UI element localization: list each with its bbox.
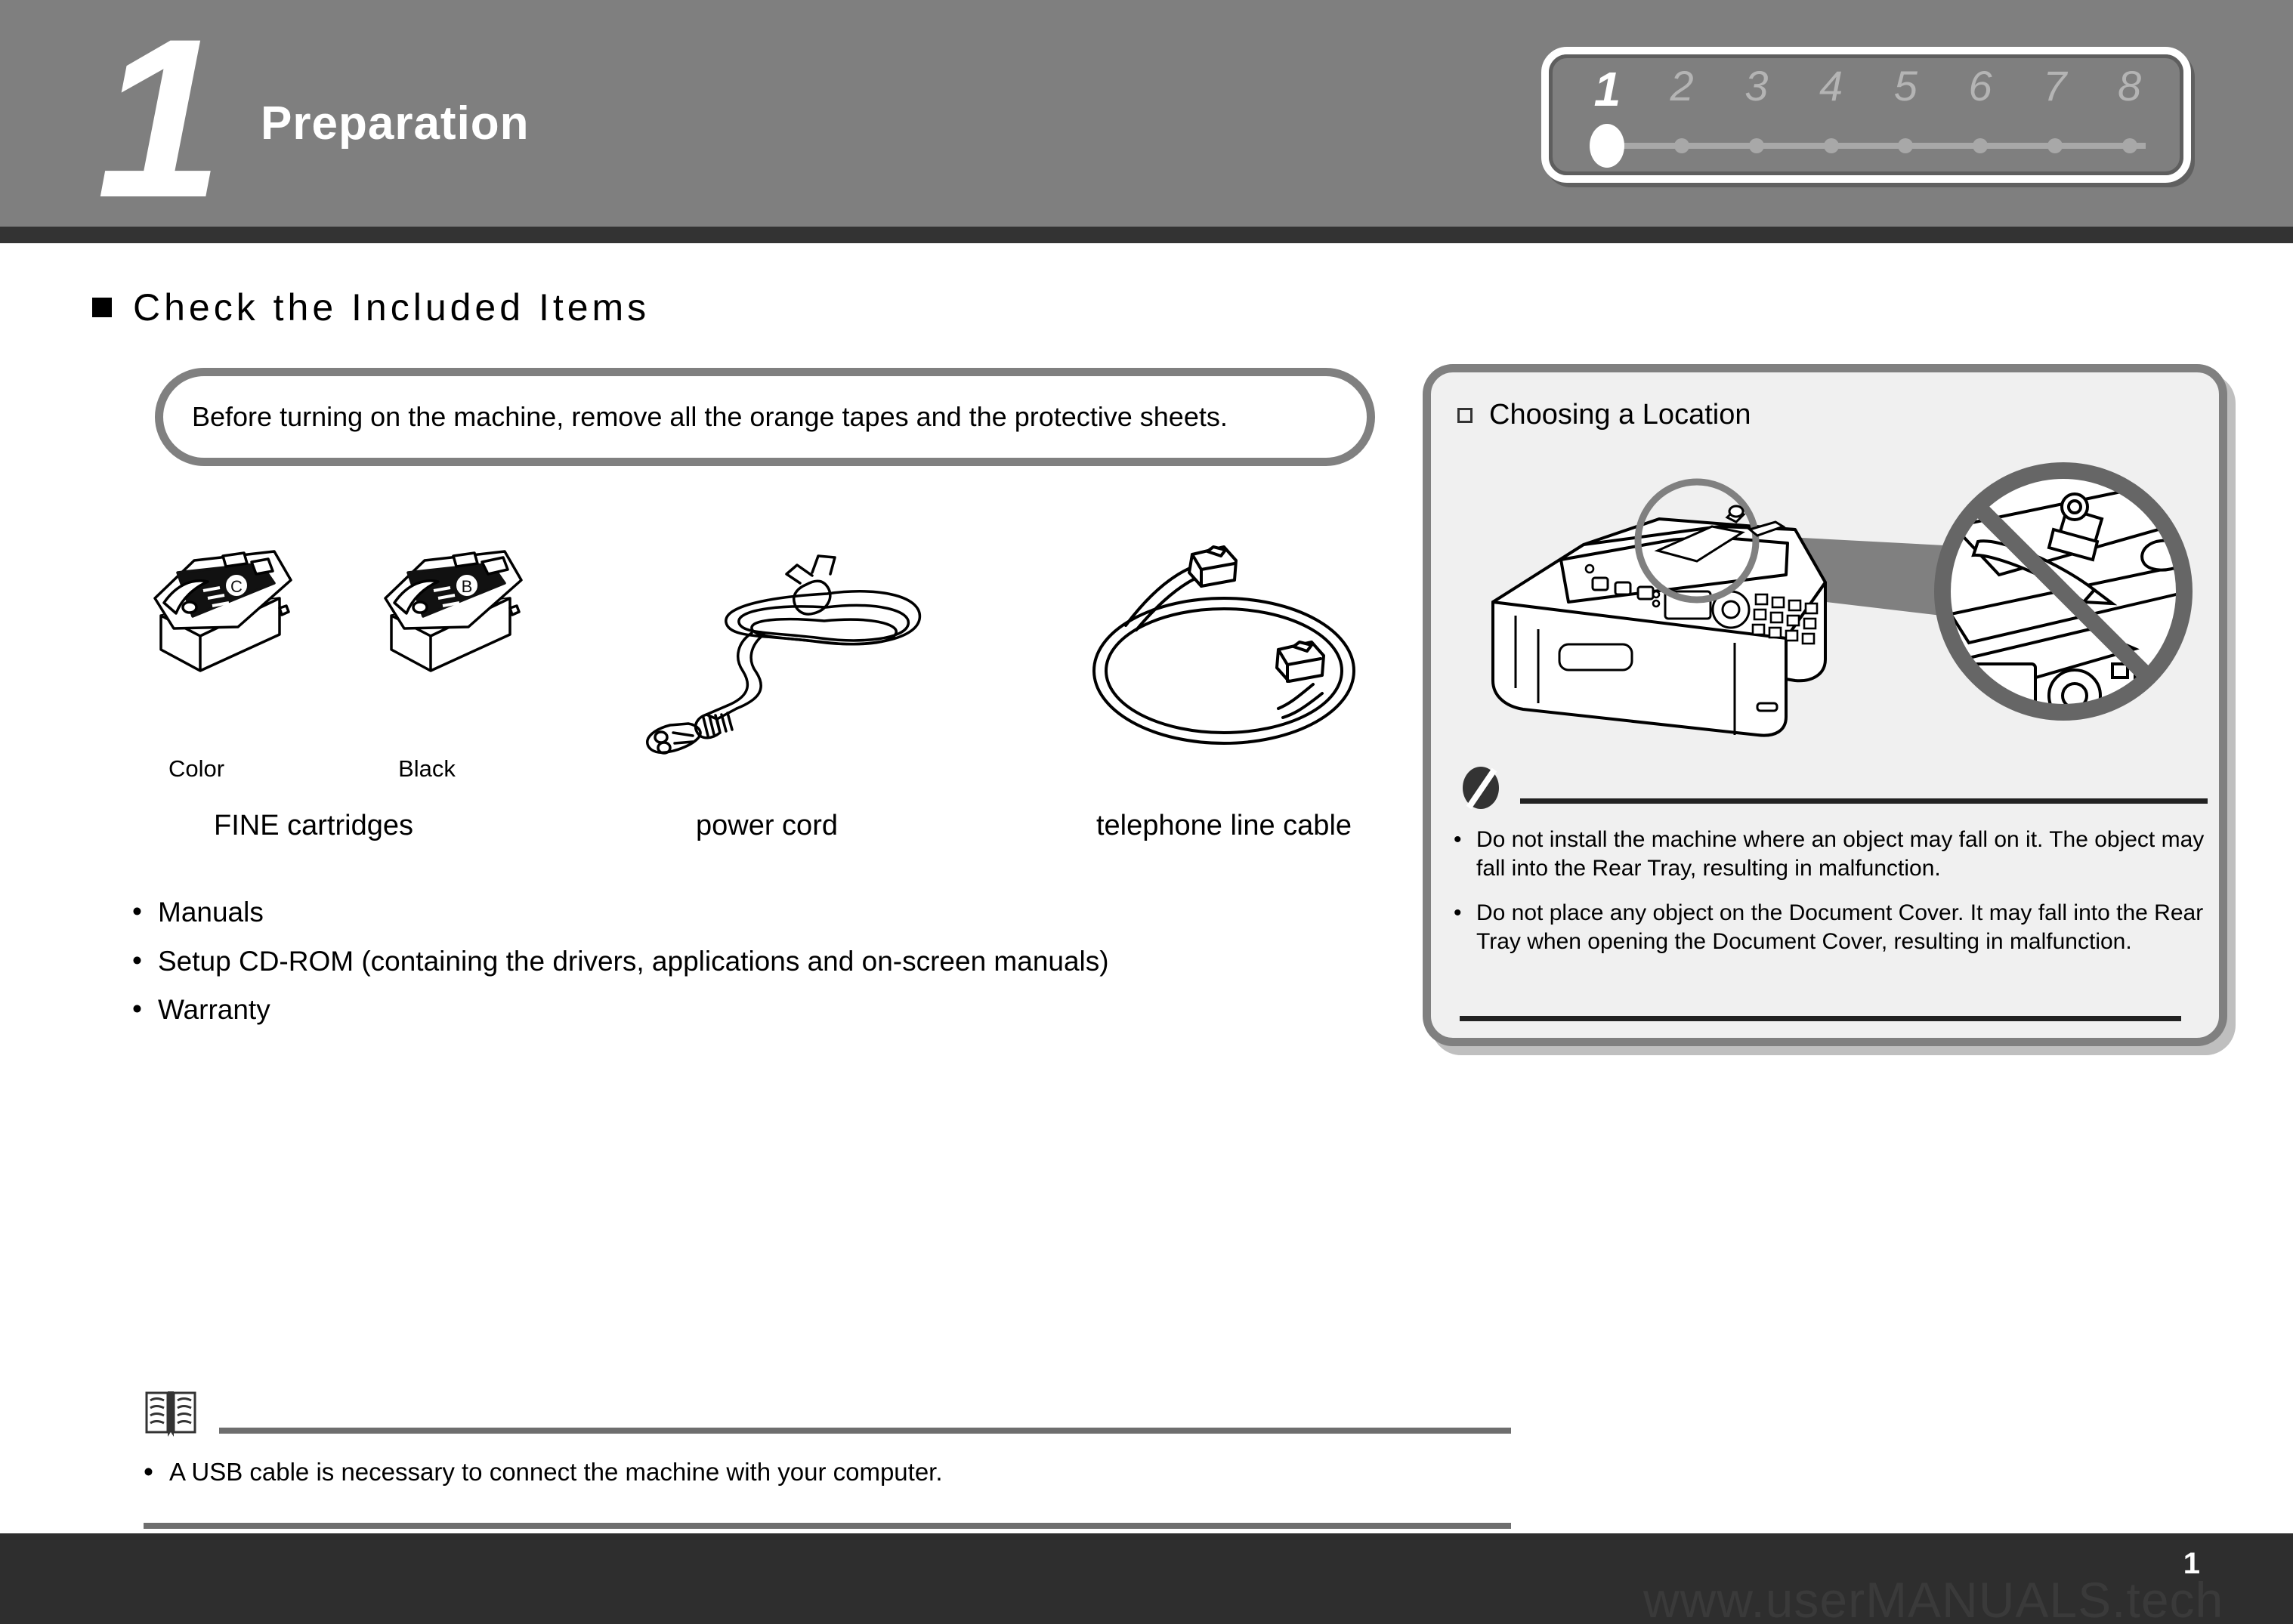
step-number-3[interactable]: 3 — [1720, 65, 1794, 107]
warning-text: Do not install the machine where an obje… — [1476, 827, 2205, 881]
hollow-square-bullet-icon — [1457, 407, 1473, 423]
cartridge-black-caption: Black — [398, 755, 456, 782]
notice-callout: Before turning on the machine, remove al… — [155, 368, 1375, 466]
step-dot-wrap-6 — [1943, 138, 2018, 153]
step-number-8[interactable]: 8 — [2092, 65, 2167, 107]
step-dot-wrap-8 — [2092, 138, 2167, 153]
step-dot-8[interactable] — [2121, 138, 2137, 153]
included-items-illustrations: C B Color Black FINE cartridges power co… — [0, 529, 1405, 876]
footnote-top-rule — [219, 1428, 1511, 1434]
notice-text: Before turning on the machine, remove al… — [192, 401, 1228, 432]
printer-location-illustration — [1491, 462, 2193, 737]
cartridge-color-badge: C — [230, 577, 243, 596]
bullet-dot-icon: • — [132, 993, 142, 1025]
bullet-dot-icon: • — [144, 1456, 153, 1487]
list-item: • Warranty — [132, 995, 1341, 1026]
warning-bottom-rule — [1460, 1016, 2181, 1021]
section-title-text: Check the Included Items — [133, 286, 651, 329]
warning-item: • Do not place any object on the Documen… — [1454, 899, 2209, 957]
footnote-header — [144, 1388, 1511, 1447]
telephone-line-cable-label: telephone line cable — [1096, 810, 1352, 841]
page-header: 1 Preparation 1 2 3 4 5 6 7 8 — [0, 0, 2293, 231]
page-root: 1 Preparation 1 2 3 4 5 6 7 8 Check the … — [0, 0, 2293, 1624]
section-heading: Check the Included Items — [92, 286, 650, 329]
warning-text: Do not place any object on the Document … — [1476, 900, 2204, 955]
fine-cartridge-color-illustration: C — [153, 550, 292, 672]
step-number-5[interactable]: 5 — [1868, 65, 1943, 107]
cartridge-black-badge: B — [462, 577, 473, 596]
location-panel-title: Choosing a Location — [1489, 399, 1751, 431]
watermark-text: www.userMANUALS.tech — [1643, 1572, 2224, 1624]
step-number-2[interactable]: 2 — [1645, 65, 1720, 107]
fine-cartridges-label: FINE cartridges — [214, 810, 413, 841]
prohibition-icon — [1463, 767, 1499, 810]
step-dot-6[interactable] — [1973, 138, 1989, 153]
bullet-dot-icon: • — [132, 896, 142, 927]
footnote-item: • A USB cable is necessary to connect th… — [144, 1458, 943, 1487]
warning-item: • Do not install the machine where an ob… — [1454, 826, 2209, 884]
telephone-line-cable-illustration — [1092, 545, 1355, 745]
step-number-4[interactable]: 4 — [1794, 65, 1868, 107]
warning-header — [1460, 765, 2208, 810]
bullet-dot-icon: • — [1454, 827, 1462, 852]
step-dot-wrap-2 — [1645, 138, 1720, 153]
step-dot-1[interactable] — [1590, 124, 1625, 168]
step-number-7[interactable]: 7 — [2018, 65, 2093, 107]
list-item-text: Setup CD-ROM (containing the drivers, ap… — [158, 945, 1109, 977]
filled-square-bullet-icon — [92, 298, 112, 317]
step-dot-4[interactable] — [1823, 138, 1839, 153]
step-number-6[interactable]: 6 — [1943, 65, 2018, 107]
list-item: • Manuals — [132, 897, 1341, 928]
included-items-list: • Manuals • Setup CD-ROM (containing the… — [132, 897, 1341, 1044]
step-dot-2[interactable] — [1674, 138, 1690, 153]
choosing-a-location-panel: Choosing a Location • Do not install the… — [1423, 364, 2227, 1046]
page-title: Preparation — [261, 97, 530, 150]
chapter-number: 1 — [97, 0, 223, 245]
step-indicator-numbers: 1 2 3 4 5 6 7 8 — [1570, 65, 2167, 121]
warning-top-rule — [1520, 798, 2208, 804]
footnote-bottom-rule — [144, 1523, 1511, 1529]
step-dot-wrap-5 — [1868, 138, 1943, 153]
step-number-1[interactable]: 1 — [1570, 65, 1645, 113]
list-item-text: Manuals — [158, 897, 264, 928]
fine-cartridge-black-illustration: B — [384, 550, 523, 672]
step-dot-wrap-4 — [1794, 138, 1868, 153]
power-cord-label: power cord — [696, 810, 838, 841]
footnote-block: • A USB cable is necessary to connect th… — [144, 1388, 1511, 1529]
footnote-text: A USB cable is necessary to connect the … — [169, 1458, 943, 1486]
bullet-dot-icon: • — [1454, 900, 1462, 925]
step-dot-wrap-3 — [1720, 138, 1794, 153]
location-warnings-list: • Do not install the machine where an ob… — [1454, 826, 2209, 972]
location-panel-heading: Choosing a Location — [1457, 399, 1751, 431]
step-dot-wrap-7 — [2018, 138, 2093, 153]
step-indicator: 1 2 3 4 5 6 7 8 — [1541, 47, 2191, 183]
manual-book-icon — [145, 1391, 196, 1437]
header-accent-stripe — [0, 227, 2293, 243]
bullet-dot-icon: • — [132, 944, 142, 976]
cartridge-color-caption: Color — [168, 755, 225, 782]
power-cord-illustration — [646, 554, 922, 755]
list-item: • Setup CD-ROM (containing the drivers, … — [132, 946, 1341, 977]
step-dot-7[interactable] — [2047, 138, 2063, 153]
step-dot-5[interactable] — [1898, 138, 1914, 153]
step-dot-wrap-1 — [1570, 124, 1645, 168]
list-item-text: Warranty — [158, 994, 270, 1026]
step-indicator-dots — [1570, 124, 2167, 168]
step-dot-3[interactable] — [1748, 138, 1764, 153]
